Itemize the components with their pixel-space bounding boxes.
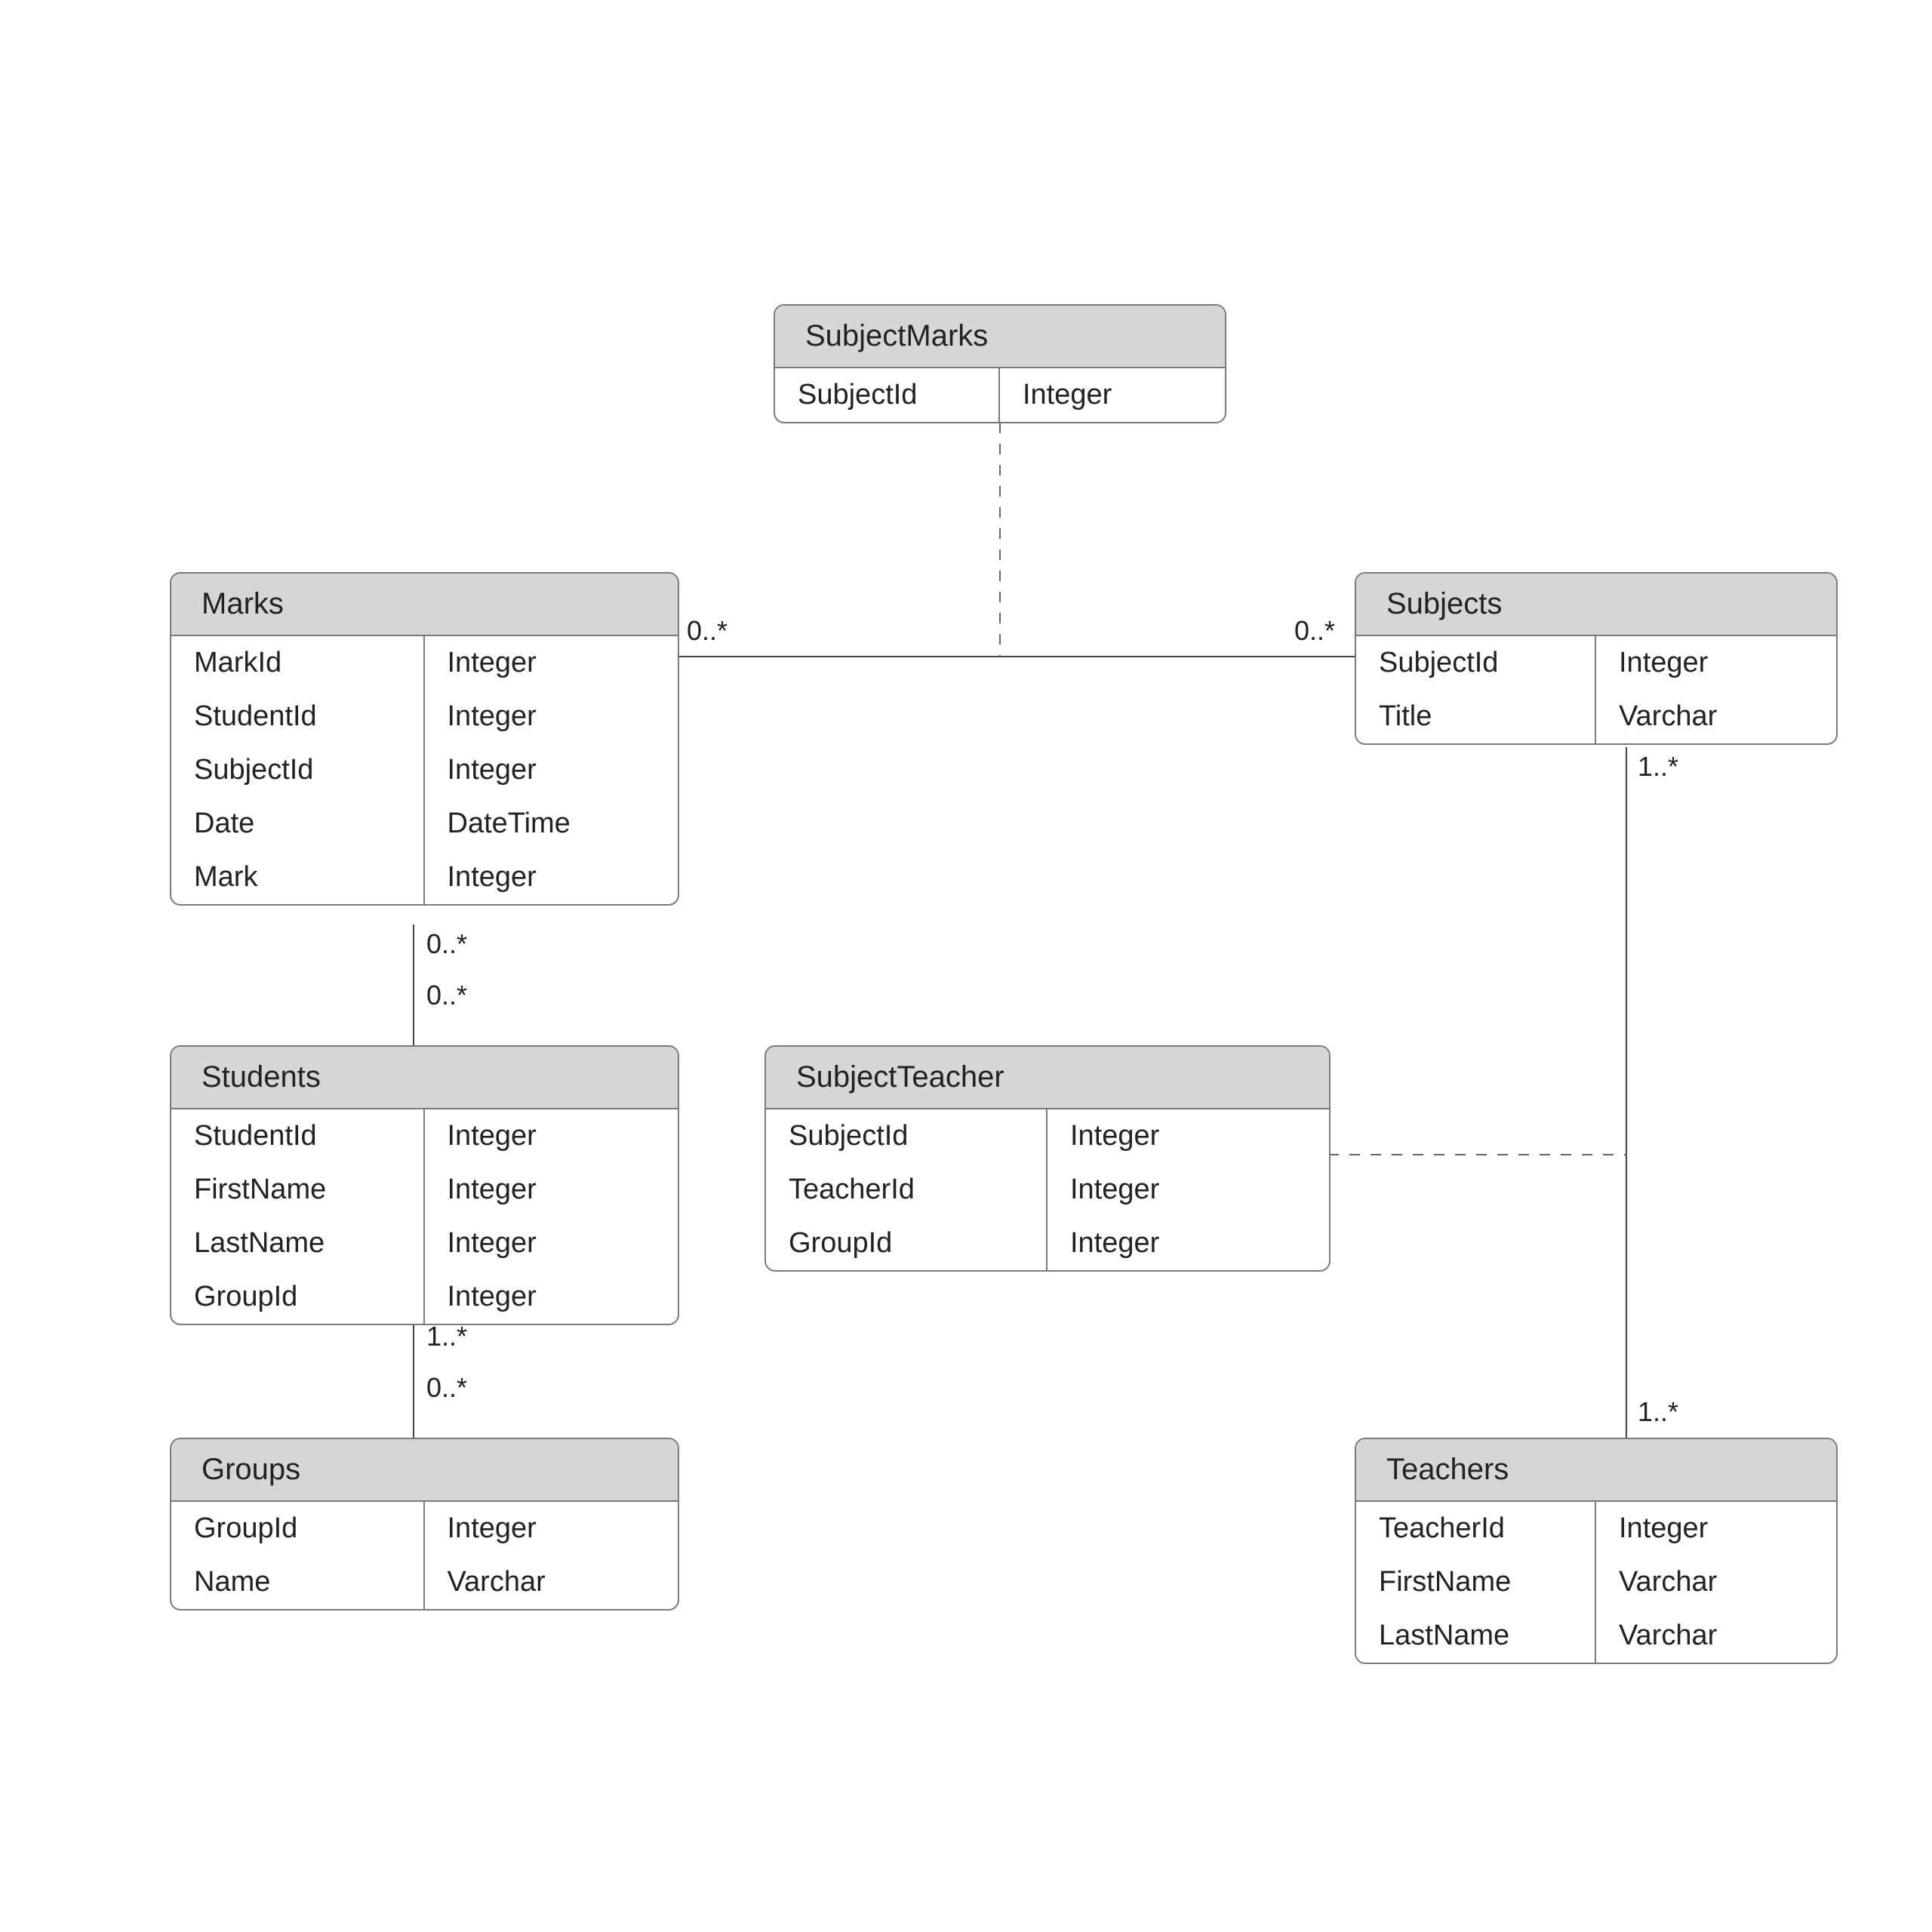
attr-name: Title (1356, 690, 1596, 743)
attr-name: GroupId (766, 1217, 1048, 1270)
multiplicity-label: 1..* (426, 1321, 467, 1352)
entity-subjectmarks: SubjectMarks SubjectId Integer (774, 304, 1226, 423)
attr-type: Integer (425, 1502, 678, 1555)
entity-groups: Groups GroupId Integer Name Varchar (170, 1438, 679, 1611)
attr-name: StudentId (171, 690, 425, 743)
multiplicity-label: 0..* (426, 928, 467, 960)
attr-type: Integer (1048, 1163, 1329, 1217)
attr-name: GroupId (171, 1502, 425, 1555)
attr-type: Varchar (1596, 690, 1836, 743)
diagram-canvas: SubjectMarks SubjectId Integer Marks Mar… (0, 0, 1932, 1932)
attr-name: Date (171, 797, 425, 851)
attr-name: StudentId (171, 1109, 425, 1163)
entity-subjectteacher: SubjectTeacher SubjectId Integer Teacher… (764, 1045, 1331, 1272)
attr-type: Integer (425, 1109, 678, 1163)
attr-type: Integer (425, 743, 678, 797)
attr-name: SubjectId (1356, 636, 1596, 690)
attr-name: Mark (171, 851, 425, 904)
multiplicity-label: 0..* (1294, 615, 1335, 647)
attr-type: Varchar (425, 1555, 678, 1609)
attr-type: Integer (1596, 1502, 1836, 1555)
entity-title: SubjectMarks (775, 306, 1225, 368)
multiplicity-label: 1..* (1638, 1396, 1678, 1428)
attr-type: Varchar (1596, 1555, 1836, 1609)
entity-title: Students (171, 1047, 678, 1109)
entity-title: Groups (171, 1439, 678, 1502)
multiplicity-label: 1..* (1638, 751, 1678, 783)
entity-title: Teachers (1356, 1439, 1836, 1502)
multiplicity-label: 0..* (426, 1372, 467, 1404)
multiplicity-label: 0..* (426, 980, 467, 1011)
entity-marks: Marks MarkId Integer StudentId Integer S… (170, 572, 679, 906)
entity-title: SubjectTeacher (766, 1047, 1329, 1109)
attr-type: Integer (1048, 1217, 1329, 1270)
attr-type: Integer (425, 851, 678, 904)
attr-type: Integer (425, 1163, 678, 1217)
entity-subjects: Subjects SubjectId Integer Title Varchar (1355, 572, 1838, 745)
entity-title: Marks (171, 574, 678, 636)
attr-name: SubjectId (171, 743, 425, 797)
attr-type: Integer (1048, 1109, 1329, 1163)
attr-type: Integer (1000, 368, 1225, 422)
attr-name: LastName (171, 1217, 425, 1270)
attr-type: Integer (425, 690, 678, 743)
attr-name: Name (171, 1555, 425, 1609)
attr-type: Integer (425, 1270, 678, 1324)
attr-name: GroupId (171, 1270, 425, 1324)
attr-type: Varchar (1596, 1609, 1836, 1663)
attr-name: SubjectId (775, 368, 1000, 422)
entity-title: Subjects (1356, 574, 1836, 636)
entity-teachers: Teachers TeacherId Integer FirstName Var… (1355, 1438, 1838, 1664)
attr-name: SubjectId (766, 1109, 1048, 1163)
attr-name: TeacherId (1356, 1502, 1596, 1555)
attr-name: MarkId (171, 636, 425, 690)
attr-type: DateTime (425, 797, 678, 851)
multiplicity-label: 0..* (687, 615, 728, 647)
attr-type: Integer (1596, 636, 1836, 690)
attr-type: Integer (425, 1217, 678, 1270)
attr-name: FirstName (171, 1163, 425, 1217)
attr-name: LastName (1356, 1609, 1596, 1663)
entity-students: Students StudentId Integer FirstName Int… (170, 1045, 679, 1325)
attr-name: TeacherId (766, 1163, 1048, 1217)
attr-name: FirstName (1356, 1555, 1596, 1609)
attr-type: Integer (425, 636, 678, 690)
